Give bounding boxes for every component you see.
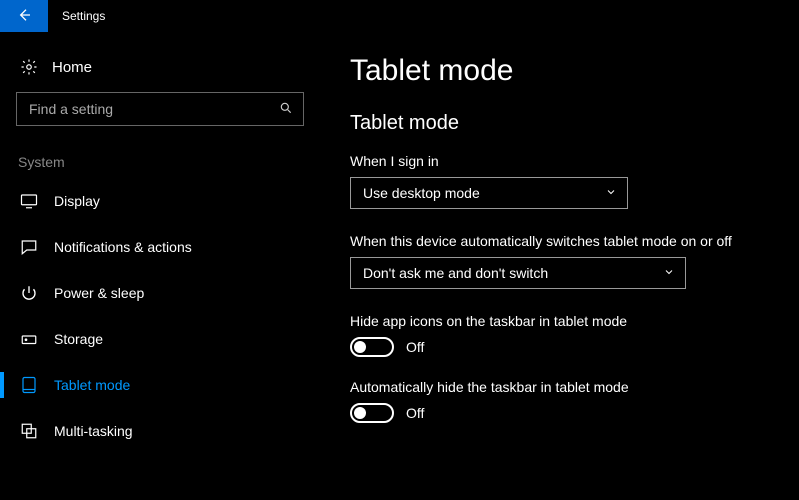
sidebar-item-label: Multi-tasking [54,423,133,439]
window-title: Settings [48,9,105,23]
back-button[interactable] [0,0,48,32]
autoswitch-select-value: Don't ask me and don't switch [363,265,548,281]
message-icon [20,238,38,256]
sidebar-item-label: Power & sleep [54,285,144,301]
windows-icon [20,422,38,440]
chevron-down-icon [605,185,617,201]
hide-icons-toggle[interactable] [350,337,394,357]
sidebar-item-label: Storage [54,331,103,347]
sidebar-item-multitasking[interactable]: Multi-tasking [16,408,304,454]
sidebar: Home System Display Notifications & acti… [0,32,320,500]
signin-label: When I sign in [350,153,781,169]
sidebar-item-label: Display [54,193,100,209]
toggle-knob [354,341,366,353]
toggle-knob [354,407,366,419]
sidebar-item-notifications[interactable]: Notifications & actions [16,224,304,270]
sidebar-item-display[interactable]: Display [16,178,304,224]
monitor-icon [20,192,38,210]
search-icon [279,101,293,118]
autoswitch-select[interactable]: Don't ask me and don't switch [350,257,686,289]
sidebar-item-label: Notifications & actions [54,239,192,255]
hide-taskbar-toggle[interactable] [350,403,394,423]
arrow-left-icon [16,7,32,26]
hide-taskbar-label: Automatically hide the taskbar in tablet… [350,379,781,395]
chevron-down-icon [663,265,675,281]
hide-icons-label: Hide app icons on the taskbar in tablet … [350,313,781,329]
autoswitch-label: When this device automatically switches … [350,233,781,249]
hide-icons-state: Off [406,339,424,355]
tablet-icon [20,376,38,394]
sidebar-item-tablet-mode[interactable]: Tablet mode [16,362,304,408]
hide-taskbar-state: Off [406,405,424,421]
signin-select-value: Use desktop mode [363,185,480,201]
section-title: Tablet mode [350,112,781,135]
sidebar-item-label: Tablet mode [54,377,130,393]
home-button[interactable]: Home [16,52,304,92]
signin-select[interactable]: Use desktop mode [350,177,628,209]
power-icon [20,284,38,302]
sidebar-group-label: System [16,154,304,178]
search-input[interactable] [27,100,267,118]
search-input-wrap[interactable] [16,92,304,126]
sidebar-item-storage[interactable]: Storage [16,316,304,362]
page-title: Tablet mode [350,54,781,88]
sidebar-item-power[interactable]: Power & sleep [16,270,304,316]
drive-icon [20,330,38,348]
home-label: Home [52,59,92,76]
titlebar: Settings [0,0,799,32]
gear-icon [20,58,38,76]
main-content: Tablet mode Tablet mode When I sign in U… [320,32,799,500]
